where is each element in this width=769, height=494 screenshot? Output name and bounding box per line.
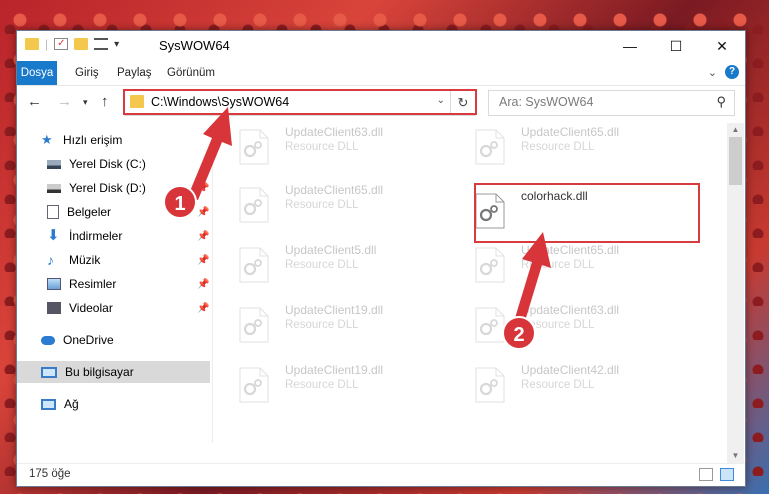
annotation-arrows bbox=[188, 107, 551, 321]
step-marker-2: 2 bbox=[502, 316, 536, 350]
arrow-to-address-icon bbox=[188, 107, 232, 200]
arrow-to-file-icon bbox=[515, 232, 551, 321]
step-marker-1: 1 bbox=[163, 185, 197, 219]
